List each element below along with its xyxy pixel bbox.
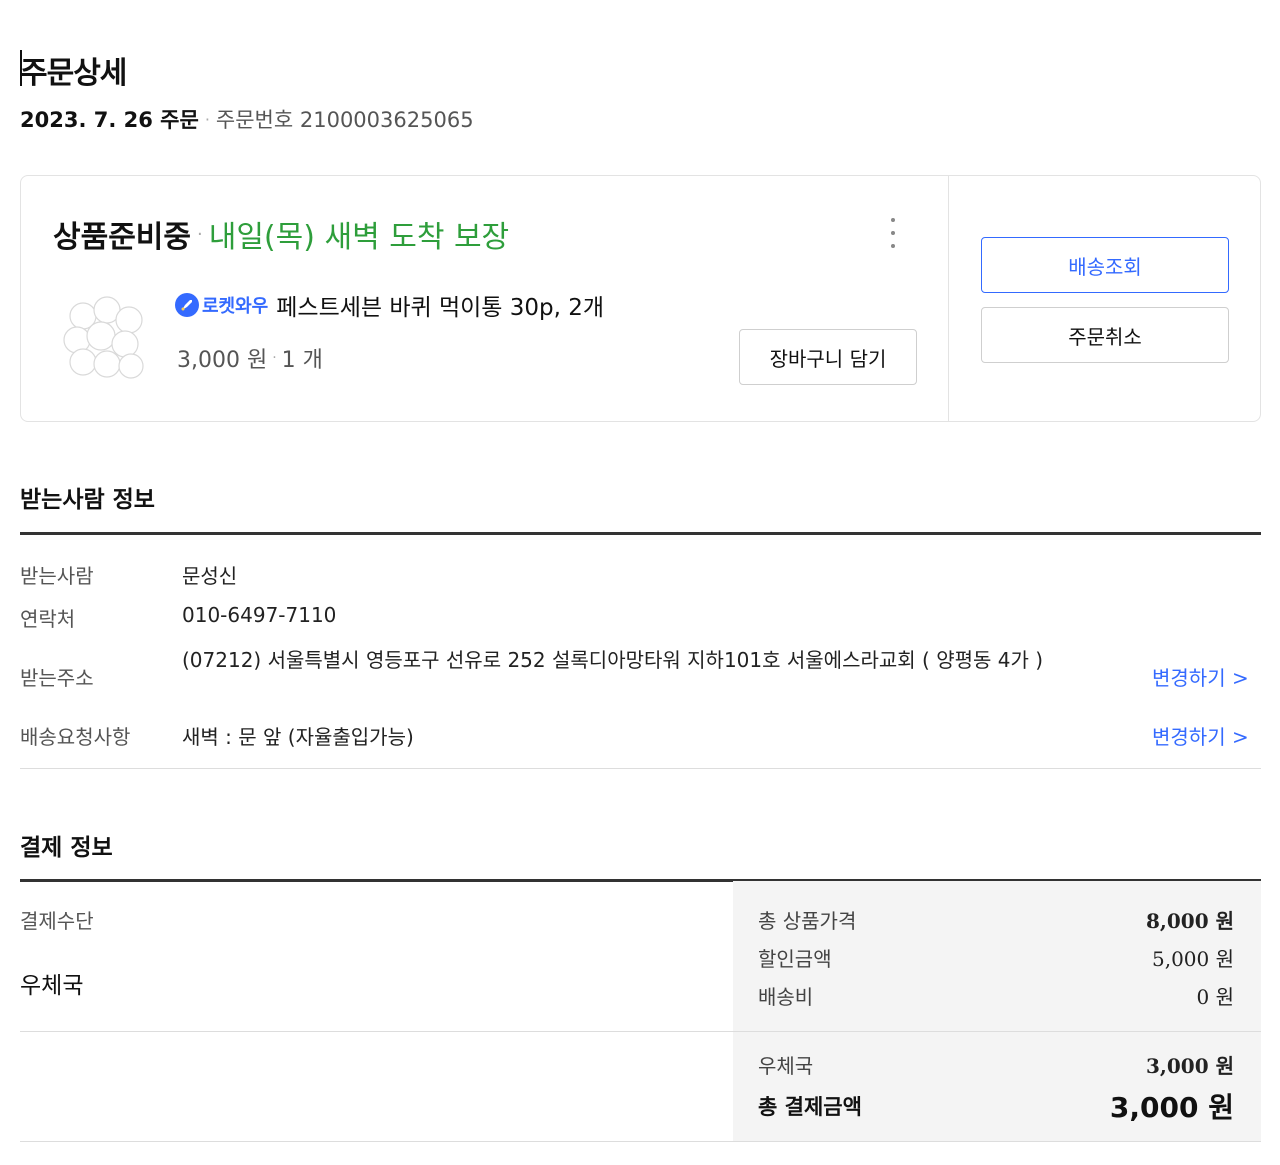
payment-method-label: 결제수단 [20,909,94,933]
separator-dot: · [272,350,277,366]
address-label: 받는주소 [20,666,94,690]
page-title: 주문상세 [20,56,127,91]
recipient-section-title: 받는사람 정보 [20,487,155,513]
grand-total-label: 총 결제금액 [758,1095,862,1119]
total-product-label: 총 상품가격 [758,909,857,933]
rocket-wow-label: 로켓와우 [202,296,269,317]
bank-label: 우체국 [758,1054,814,1078]
product-quantity: 1 개 [281,348,323,373]
delivery-request-value: 새벽 : 문 앞 (자율출입가능) [182,725,414,749]
delivery-request-label: 배송요청사항 [20,725,131,749]
total-product-value: 8,000 원 [1146,909,1234,933]
price-quantity: 3,000 원 · 1 개 [177,342,323,374]
separator-dot: · [197,223,203,245]
bank-amount: 3,000 원 [1146,1054,1234,1078]
track-delivery-button[interactable]: 배송조회 [981,237,1229,293]
product-title-line: 로켓와우 페스트세븐 바퀴 먹이통 30p, 2개 [175,288,604,322]
grand-total-value: 3,000 원 [1109,1091,1234,1124]
rocket-wow-badge: 로켓와우 [175,292,268,318]
order-status: 상품준비중 · 내일(목) 새벽 도착 보장 [53,212,509,256]
order-card: 상품준비중 · 내일(목) 새벽 도착 보장 로켓와우 페스트세븐 바퀴 먹이통… [20,175,1261,422]
product-image[interactable] [61,294,153,386]
order-number: 주문번호 2100003625065 [215,108,474,132]
discount-label: 할인금액 [758,947,832,971]
section-divider [20,1141,1261,1142]
address-value: (07212) 서울특별시 영등포구 선유로 252 설록디아망타워 지하101… [182,648,1044,672]
product-name-link[interactable]: 페스트세븐 바퀴 먹이통 30p, 2개 [276,288,604,322]
section-divider [20,532,1261,535]
product-price: 3,000 원 [177,348,268,373]
shipping-label: 배송비 [758,985,814,1009]
shipping-value: 0 원 [1196,985,1234,1009]
section-divider [20,1031,1261,1032]
status-label: 상품준비중 [53,220,191,255]
recipient-name-label: 받는사람 [20,564,94,588]
phone-label: 연락처 [20,607,76,631]
order-card-actions: 배송조회 주문취소 [949,176,1260,421]
section-divider [20,768,1261,769]
order-card-main: 상품준비중 · 내일(목) 새벽 도착 보장 로켓와우 페스트세븐 바퀴 먹이통… [21,176,949,421]
cancel-order-button[interactable]: 주문취소 [981,307,1229,363]
add-to-cart-button[interactable]: 장바구니 담기 [739,329,917,385]
payment-method-value: 우체국 [20,973,84,999]
separator-dot: · [204,109,210,129]
delivery-promise: 내일(목) 새벽 도착 보장 [208,220,510,255]
order-meta: 2023. 7. 26 주문 · 주문번호 2100003625065 [20,104,474,134]
change-address-link[interactable]: 변경하기 > [1152,662,1249,691]
recipient-name: 문성신 [182,564,238,588]
change-request-link[interactable]: 변경하기 > [1152,721,1249,750]
rocket-icon [175,293,199,317]
order-date: 2023. 7. 26 주문 [20,108,199,132]
phone-value: 010-6497-7110 [182,603,337,627]
more-options-icon[interactable] [887,218,899,248]
discount-value: 5,000 원 [1151,947,1234,971]
payment-section-title: 결제 정보 [20,835,113,861]
